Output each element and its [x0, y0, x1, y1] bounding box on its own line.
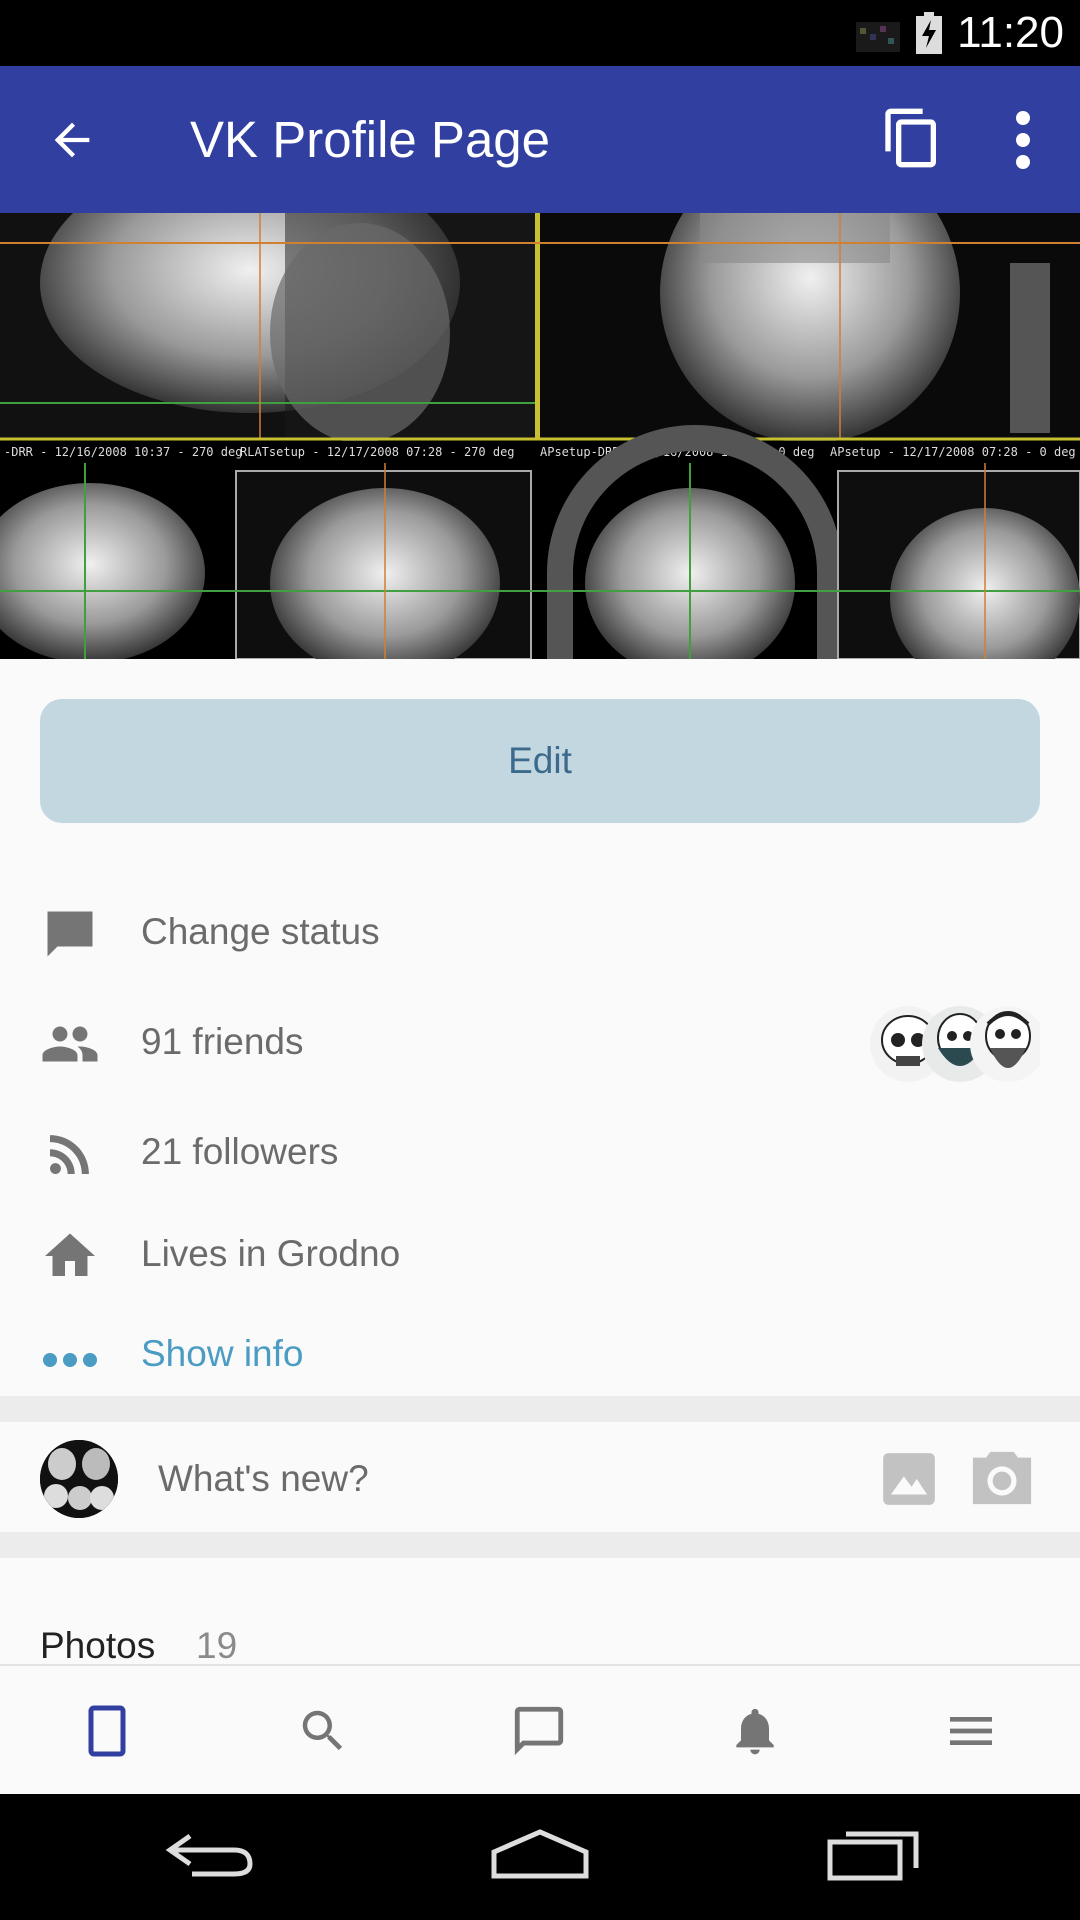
- edit-button[interactable]: Edit: [40, 699, 1040, 823]
- svg-text:RLATsetup - 12/17/2008 07:28 -: RLATsetup - 12/17/2008 07:28 - 270 deg: [240, 445, 515, 459]
- bell-icon: [736, 1708, 774, 1755]
- section-divider: [0, 1532, 1080, 1558]
- system-navigation-bar: [0, 1794, 1080, 1920]
- lives-in-row[interactable]: Lives in Grodno: [0, 1210, 1080, 1300]
- menu-icon: [950, 1717, 992, 1745]
- photos-title[interactable]: Photos: [40, 1625, 155, 1667]
- nav-feed-button[interactable]: [72, 1696, 142, 1766]
- app-bar: VK Profile Page: [0, 66, 1080, 213]
- svg-text:APsetup - 12/17/2008 07:28 - 0: APsetup - 12/17/2008 07:28 - 0 deg: [830, 445, 1076, 459]
- svg-text:-DRR - 12/16/2008 10:37 - 270: -DRR - 12/16/2008 10:37 - 270 deg: [4, 445, 242, 459]
- post-input[interactable]: What's new?: [158, 1458, 369, 1500]
- show-info-label: Show info: [141, 1333, 304, 1374]
- copy-icon[interactable]: [880, 106, 944, 170]
- photos-count: 19: [196, 1625, 238, 1666]
- section-divider: [0, 1396, 1080, 1422]
- status-bar: 11:20: [0, 0, 1080, 66]
- cover-image-graphic: -DRR - 12/16/2008 10:37 - 270 deg RLATse…: [0, 213, 1080, 659]
- feed-icon: [88, 1705, 126, 1757]
- post-composer[interactable]: What's new?: [0, 1422, 1080, 1532]
- home-icon: [45, 1233, 95, 1276]
- more-vert-icon[interactable]: [1004, 108, 1042, 172]
- camera-icon[interactable]: [966, 1446, 1038, 1510]
- messages-icon: [514, 1706, 564, 1756]
- change-status-label: Change status: [141, 911, 380, 952]
- friends-avatars[interactable]: [868, 1004, 1040, 1084]
- cover-image[interactable]: -DRR - 12/16/2008 10:37 - 270 deg RLATse…: [0, 213, 1080, 659]
- back-arrow-icon[interactable]: [46, 114, 98, 166]
- nav-search-button[interactable]: [288, 1696, 358, 1766]
- nav-menu-button[interactable]: [936, 1696, 1006, 1766]
- followers-row[interactable]: 21 followers: [0, 1108, 1080, 1198]
- nav-notifications-button[interactable]: [720, 1696, 790, 1766]
- image-icon[interactable]: [878, 1448, 940, 1510]
- people-icon: [42, 1026, 98, 1062]
- chat-bubble-icon: [47, 911, 93, 957]
- battery-charging-icon: [916, 12, 942, 54]
- search-icon: [302, 1710, 343, 1751]
- status-time: 11:20: [957, 8, 1064, 57]
- friends-label: 91 friends: [141, 1021, 304, 1062]
- followers-label: 21 followers: [141, 1131, 339, 1172]
- system-recents-icon[interactable]: [826, 1824, 922, 1884]
- friends-row[interactable]: 91 friends: [0, 998, 1080, 1088]
- show-info-row[interactable]: Show info: [0, 1310, 1080, 1400]
- signal-noise-icon: [856, 22, 900, 52]
- change-status-row[interactable]: Change status: [0, 888, 1080, 978]
- nav-messages-button[interactable]: [504, 1696, 574, 1766]
- bottom-navigation: [0, 1664, 1080, 1796]
- system-back-icon[interactable]: [162, 1824, 258, 1884]
- system-home-icon[interactable]: [490, 1824, 590, 1884]
- rss-icon: [50, 1135, 89, 1174]
- more-dots-icon: [43, 1353, 97, 1367]
- avatar[interactable]: [40, 1440, 118, 1518]
- page-title: VK Profile Page: [190, 111, 551, 168]
- lives-in-label: Lives in Grodno: [141, 1233, 401, 1274]
